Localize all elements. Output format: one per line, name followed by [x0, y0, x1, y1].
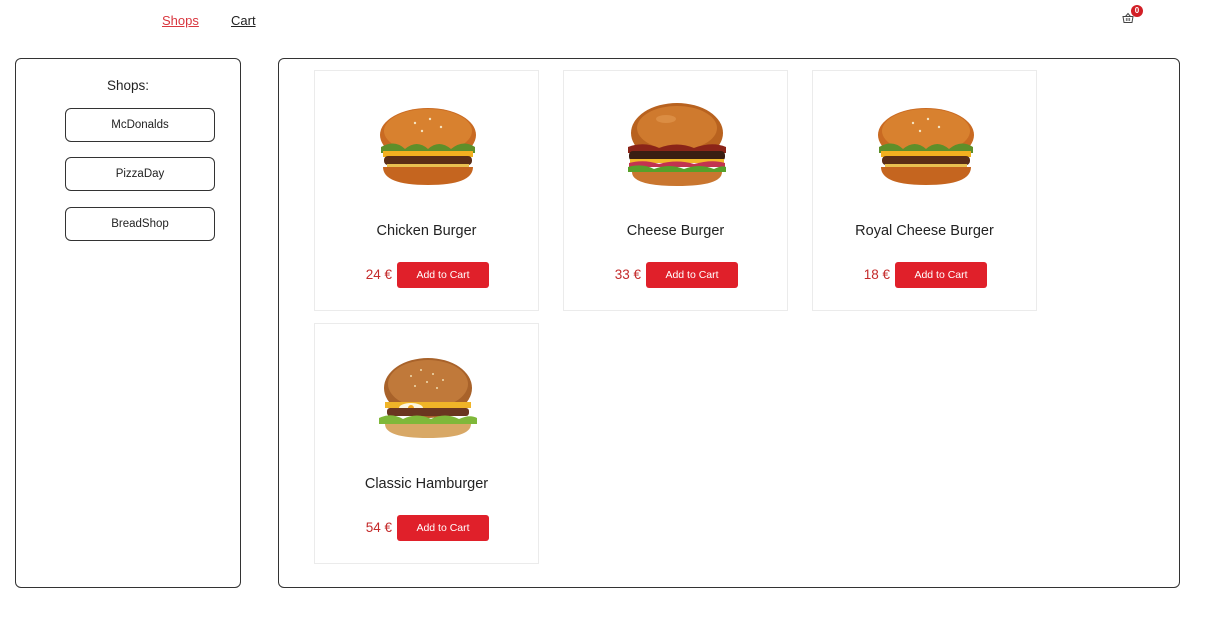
add-to-cart-button[interactable]: Add to Cart	[397, 515, 489, 541]
products-panel: Chicken Burger 24 € Add to Cart Cheese B…	[278, 58, 1180, 588]
cart-count-badge: 0	[1131, 5, 1143, 17]
shops-sidebar: Shops: McDonalds PizzaDay BreadShop	[15, 58, 241, 588]
product-name: Cheese Burger	[626, 223, 725, 239]
cart-button[interactable]: 0	[1122, 5, 1143, 28]
add-to-cart-button[interactable]: Add to Cart	[895, 262, 987, 288]
product-price: 33 €	[614, 267, 641, 282]
shop-button-mcdonalds[interactable]: McDonalds	[65, 108, 215, 142]
product-card: Cheese Burger 33 € Add to Cart	[563, 70, 788, 311]
add-to-cart-button[interactable]: Add to Cart	[397, 262, 489, 288]
burger-image	[878, 108, 974, 185]
burger-image	[379, 358, 477, 438]
shop-button-pizzaday[interactable]: PizzaDay	[65, 157, 215, 191]
product-card: Chicken Burger 24 € Add to Cart	[314, 70, 539, 311]
burger-image	[380, 108, 476, 185]
product-price: 24 €	[365, 267, 392, 282]
shop-button-breadshop[interactable]: BreadShop	[65, 207, 215, 241]
burger-image	[628, 103, 726, 186]
nav-link-cart[interactable]: Cart	[231, 13, 256, 28]
product-price: 54 €	[365, 520, 392, 535]
sidebar-title: Shops:	[106, 78, 150, 93]
product-name: Chicken Burger	[376, 223, 477, 239]
add-to-cart-button[interactable]: Add to Cart	[646, 262, 738, 288]
product-price: 18 €	[863, 267, 890, 282]
product-card: Classic Hamburger 54 € Add to Cart	[314, 323, 539, 564]
product-card: Royal Cheese Burger 18 € Add to Cart	[812, 70, 1037, 311]
product-name: Classic Hamburger	[364, 476, 489, 492]
product-name: Royal Cheese Burger	[855, 223, 994, 239]
nav-link-shops[interactable]: Shops	[162, 13, 199, 28]
